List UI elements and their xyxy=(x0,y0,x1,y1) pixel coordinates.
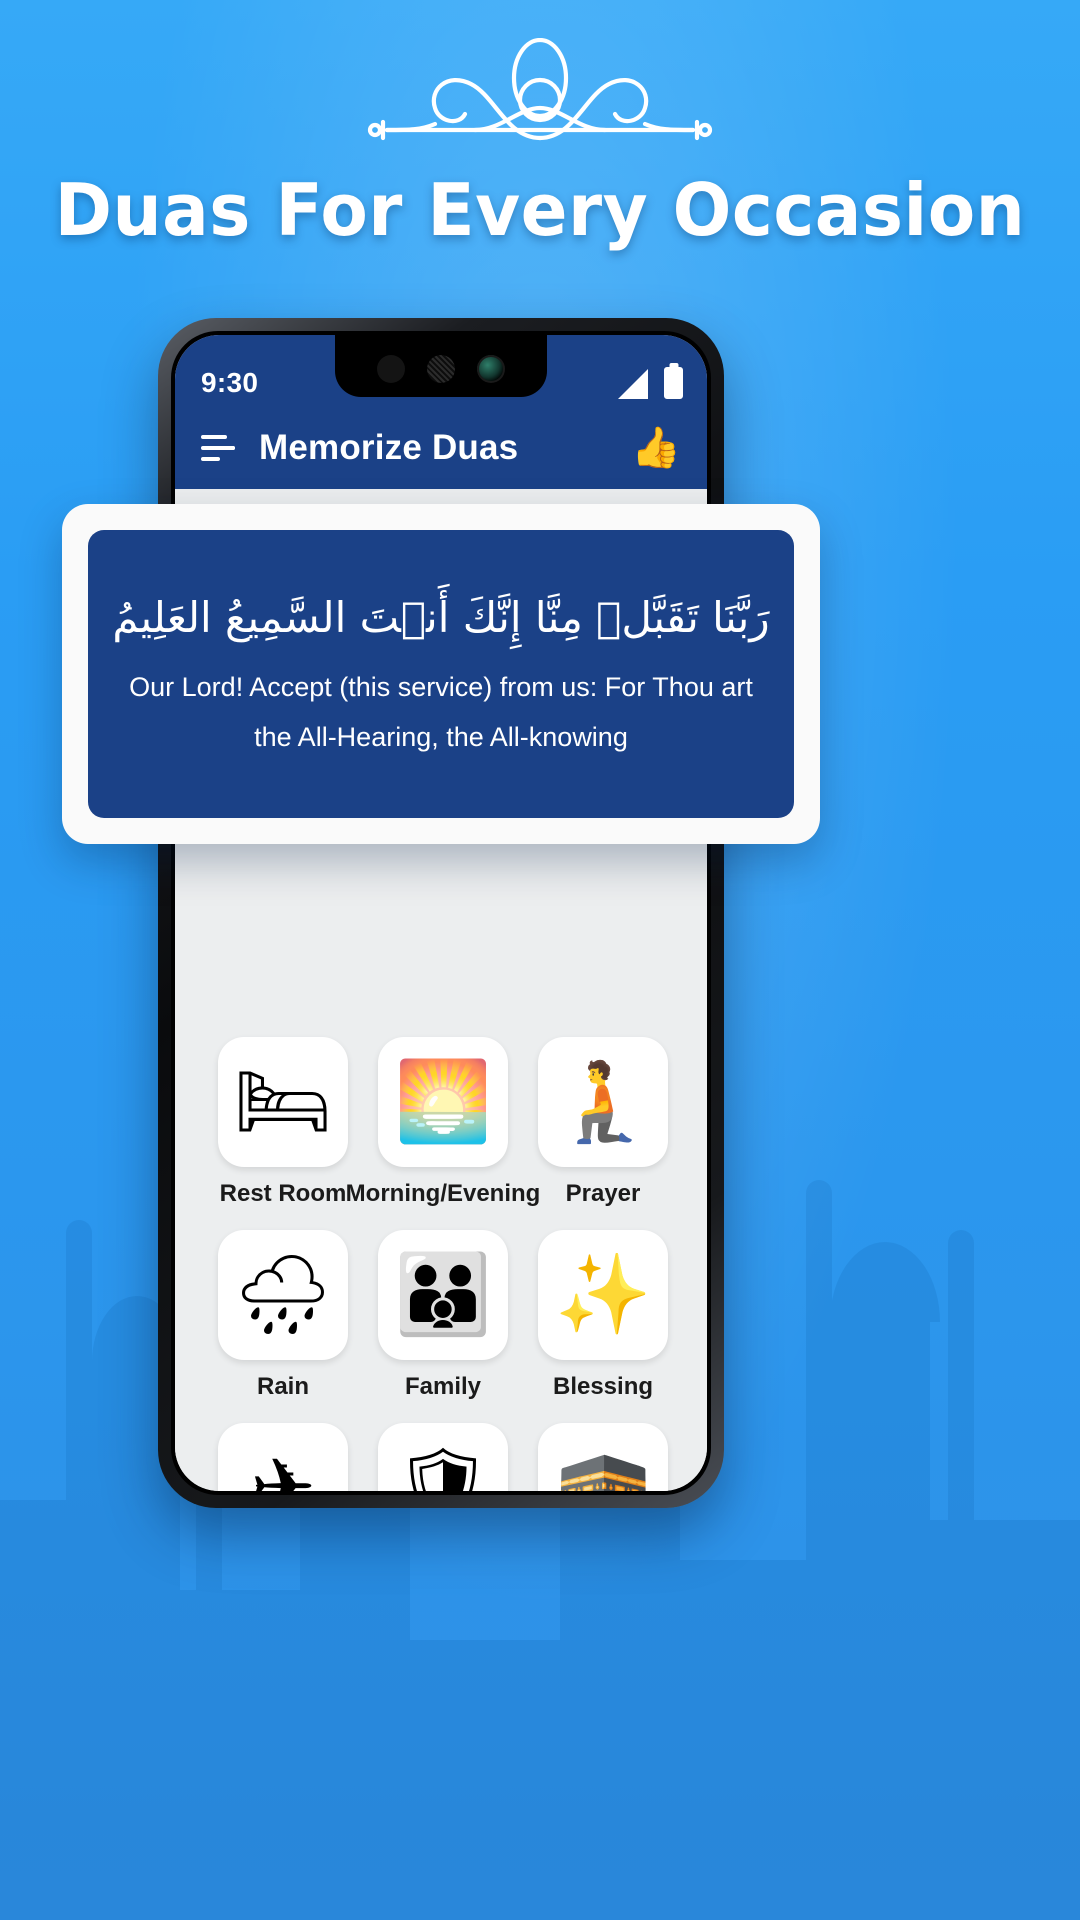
dua-category-grid: 🛏 Rest Room 🌅 Morning/Evening 🧎 Prayer 🌧… xyxy=(175,1037,707,1491)
tile-hajj-ummrah[interactable]: 🕋 Hajj/Ummrah xyxy=(523,1423,683,1491)
phone-mockup: 9:30 Memorize Duas 👍 🛏 Rest Room 🌅 Morni… xyxy=(158,318,724,1508)
tile-label: Prayer xyxy=(565,1180,641,1207)
status-time: 9:30 xyxy=(201,367,259,398)
dua-translation-text: Our Lord! Accept (this service) from us:… xyxy=(129,671,753,752)
tile-label: Family xyxy=(404,1373,482,1400)
decorative-flourish-icon xyxy=(367,38,713,141)
dua-card[interactable]: رَبَّنَا تَقَبَّلۡ مِنَّا إِنَّكَ أَنۡتَ… xyxy=(88,530,794,818)
app-bar: Memorize Duas 👍 xyxy=(175,407,707,489)
signal-bars-icon xyxy=(618,369,648,399)
tile-family[interactable]: 👪 Family xyxy=(363,1230,523,1401)
tile-rain[interactable]: 🌧 Rain xyxy=(203,1230,363,1401)
tile-traveling[interactable]: ✈ Traveling xyxy=(203,1423,363,1491)
front-camera-icon xyxy=(477,355,505,383)
rain-cloud-icon: 🌧 xyxy=(218,1230,348,1360)
airplane-globe-icon: ✈ xyxy=(218,1423,348,1491)
kaaba-icon: 🕋 xyxy=(538,1423,668,1491)
tile-prayer[interactable]: 🧎 Prayer xyxy=(523,1037,683,1208)
family-icon: 👪 xyxy=(378,1230,508,1360)
hero-header: Duas For Every Occasion xyxy=(0,0,1080,300)
proximity-sensor-icon xyxy=(377,355,405,383)
tile-morning-evening[interactable]: 🌅 Morning/Evening xyxy=(346,1037,540,1208)
page-title: Duas For Every Occasion xyxy=(54,168,1026,252)
tile-label: Blessing xyxy=(552,1373,654,1400)
tile-protection[interactable]: 🛡 Protection xyxy=(363,1423,523,1491)
thumbs-up-icon[interactable]: 👍 xyxy=(631,428,681,468)
tile-label: Morning/Evening xyxy=(345,1180,541,1207)
status-icon-group xyxy=(618,367,683,399)
dua-arabic-text: رَبَّنَا تَقَبَّلۡ مِنَّا إِنَّكَ أَنۡتَ… xyxy=(112,592,770,642)
battery-icon xyxy=(664,367,683,399)
phone-notch xyxy=(335,335,547,397)
sparkles-icon: ✨ xyxy=(538,1230,668,1360)
tile-blessing[interactable]: ✨ Blessing xyxy=(523,1230,683,1401)
app-bar-title: Memorize Duas xyxy=(259,428,519,467)
shield-person-icon: 🛡 xyxy=(378,1423,508,1491)
bed-icon: 🛏 xyxy=(218,1037,348,1167)
sort-list-icon[interactable] xyxy=(201,435,235,461)
praying-person-icon: 🧎 xyxy=(538,1037,668,1167)
tile-label: Rest Room xyxy=(219,1180,347,1207)
sunrise-moon-icon: 🌅 xyxy=(378,1037,508,1167)
earpiece-speaker-icon xyxy=(427,355,455,383)
tile-rest-room[interactable]: 🛏 Rest Room xyxy=(203,1037,363,1208)
dua-card-frame: رَبَّنَا تَقَبَّلۡ مِنَّا إِنَّكَ أَنۡتَ… xyxy=(62,504,820,844)
tile-label: Rain xyxy=(256,1373,309,1400)
